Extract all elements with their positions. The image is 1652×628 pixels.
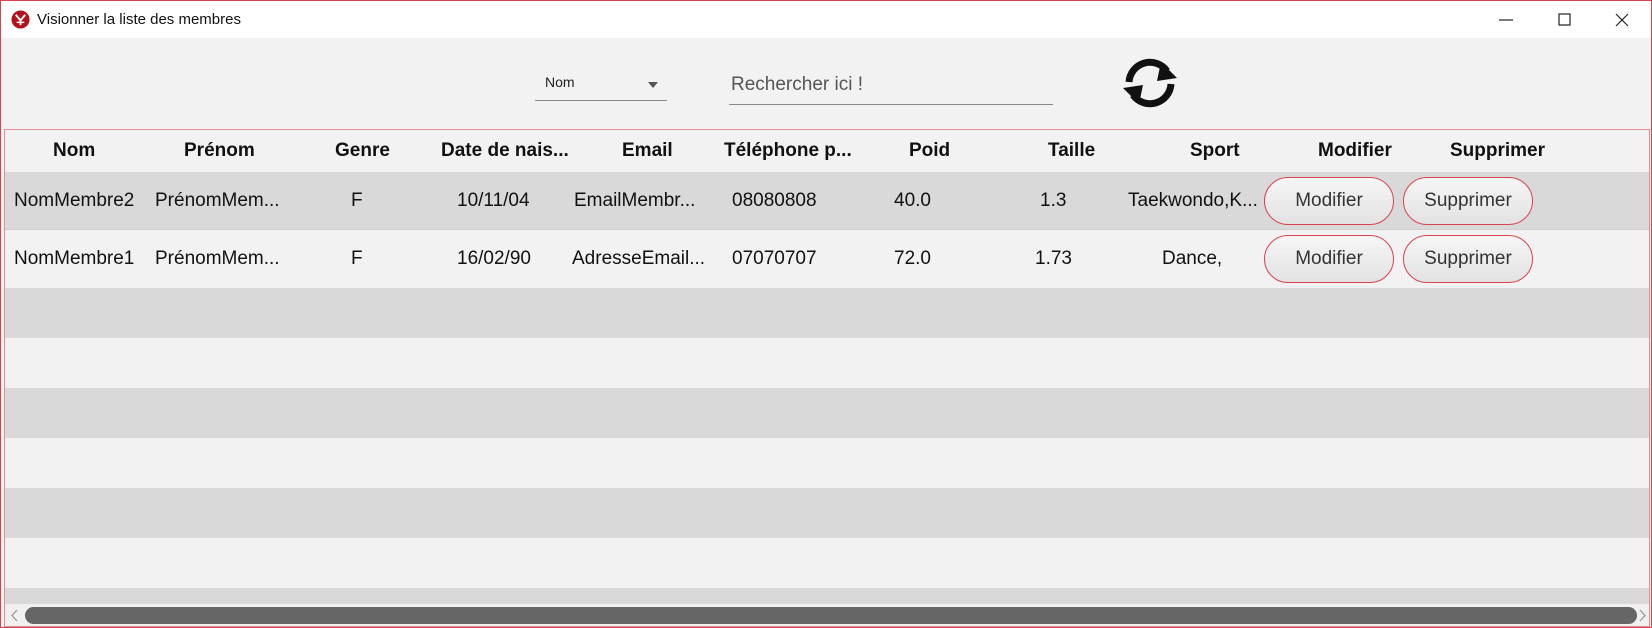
empty-row	[5, 338, 1649, 388]
cell-telephone: 07070707	[732, 248, 817, 269]
filter-select-value: Nom	[545, 74, 575, 90]
maximize-button[interactable]	[1536, 1, 1594, 38]
cell-telephone: 08080808	[732, 190, 817, 211]
cell-nom: NomMembre1	[14, 248, 135, 269]
app-logo-icon	[11, 10, 30, 29]
table-row[interactable]: NomMembre1 PrénomMem... F 16/02/90 Adres…	[5, 230, 1649, 288]
table-header: Nom Prénom Genre Date de nais... Email T…	[5, 130, 1649, 172]
toolbar: Nom	[1, 38, 1651, 128]
minimize-icon	[1499, 19, 1513, 21]
empty-row	[5, 538, 1649, 588]
cell-poid: 40.0	[894, 190, 931, 211]
supprimer-button[interactable]: Supprimer	[1403, 235, 1533, 283]
window-title: Visionner la liste des membres	[37, 11, 241, 28]
column-header-modifier[interactable]: Modifier	[1318, 140, 1392, 162]
cell-poid: 72.0	[894, 248, 931, 269]
modifier-button[interactable]: Modifier	[1264, 177, 1394, 225]
scrollbar-thumb[interactable]	[25, 607, 1637, 624]
column-header-supprimer[interactable]: Supprimer	[1450, 140, 1545, 162]
supprimer-button[interactable]: Supprimer	[1403, 177, 1533, 225]
empty-row	[5, 388, 1649, 438]
members-table: Nom Prénom Genre Date de nais... Email T…	[4, 129, 1650, 627]
app-window: Visionner la liste des membres Nom Nom P…	[0, 0, 1652, 628]
scroll-left-arrow-icon[interactable]	[8, 607, 22, 624]
column-header-taille[interactable]: Taille	[1048, 140, 1095, 162]
column-header-telephone[interactable]: Téléphone p...	[724, 140, 852, 162]
close-button[interactable]	[1593, 1, 1651, 38]
filter-select[interactable]: Nom	[535, 68, 667, 101]
cell-sport: Dance,	[1162, 248, 1223, 269]
cell-email: AdresseEmail...	[572, 248, 706, 269]
cell-sport: Taekwondo,K...	[1128, 190, 1258, 211]
minimize-button[interactable]	[1477, 1, 1535, 38]
empty-row	[5, 438, 1649, 488]
column-header-sport[interactable]: Sport	[1190, 140, 1240, 162]
empty-row	[5, 588, 1649, 604]
refresh-icon[interactable]	[1117, 56, 1183, 110]
maximize-icon	[1558, 13, 1571, 26]
cell-date-naissance: 16/02/90	[457, 248, 531, 269]
cell-genre: F	[351, 190, 363, 211]
cell-email: EmailMembr...	[574, 190, 696, 211]
column-header-date-naissance[interactable]: Date de nais...	[441, 140, 569, 162]
empty-row	[5, 288, 1649, 338]
scroll-right-arrow-icon[interactable]	[1635, 607, 1649, 624]
column-header-nom[interactable]: Nom	[53, 140, 95, 162]
column-header-poid[interactable]: Poid	[909, 140, 950, 162]
title-bar: Visionner la liste des membres	[1, 1, 1651, 38]
search-input[interactable]	[729, 65, 1053, 105]
table-row[interactable]: NomMembre2 PrénomMem... F 10/11/04 Email…	[5, 172, 1649, 230]
cell-taille: 1.3	[1040, 190, 1067, 211]
cell-prenom: PrénomMem...	[155, 190, 280, 211]
horizontal-scrollbar[interactable]	[5, 604, 1649, 626]
cell-taille: 1.73	[1035, 248, 1072, 269]
cell-nom: NomMembre2	[14, 190, 135, 211]
column-header-genre[interactable]: Genre	[335, 140, 390, 162]
empty-row	[5, 488, 1649, 538]
cell-genre: F	[351, 248, 363, 269]
dropdown-arrow-icon	[648, 82, 658, 88]
close-icon	[1615, 13, 1629, 27]
modifier-button[interactable]: Modifier	[1264, 235, 1394, 283]
cell-prenom: PrénomMem...	[155, 248, 280, 269]
column-header-prenom[interactable]: Prénom	[184, 140, 255, 162]
column-header-email[interactable]: Email	[622, 140, 673, 162]
cell-date-naissance: 10/11/04	[457, 190, 530, 211]
